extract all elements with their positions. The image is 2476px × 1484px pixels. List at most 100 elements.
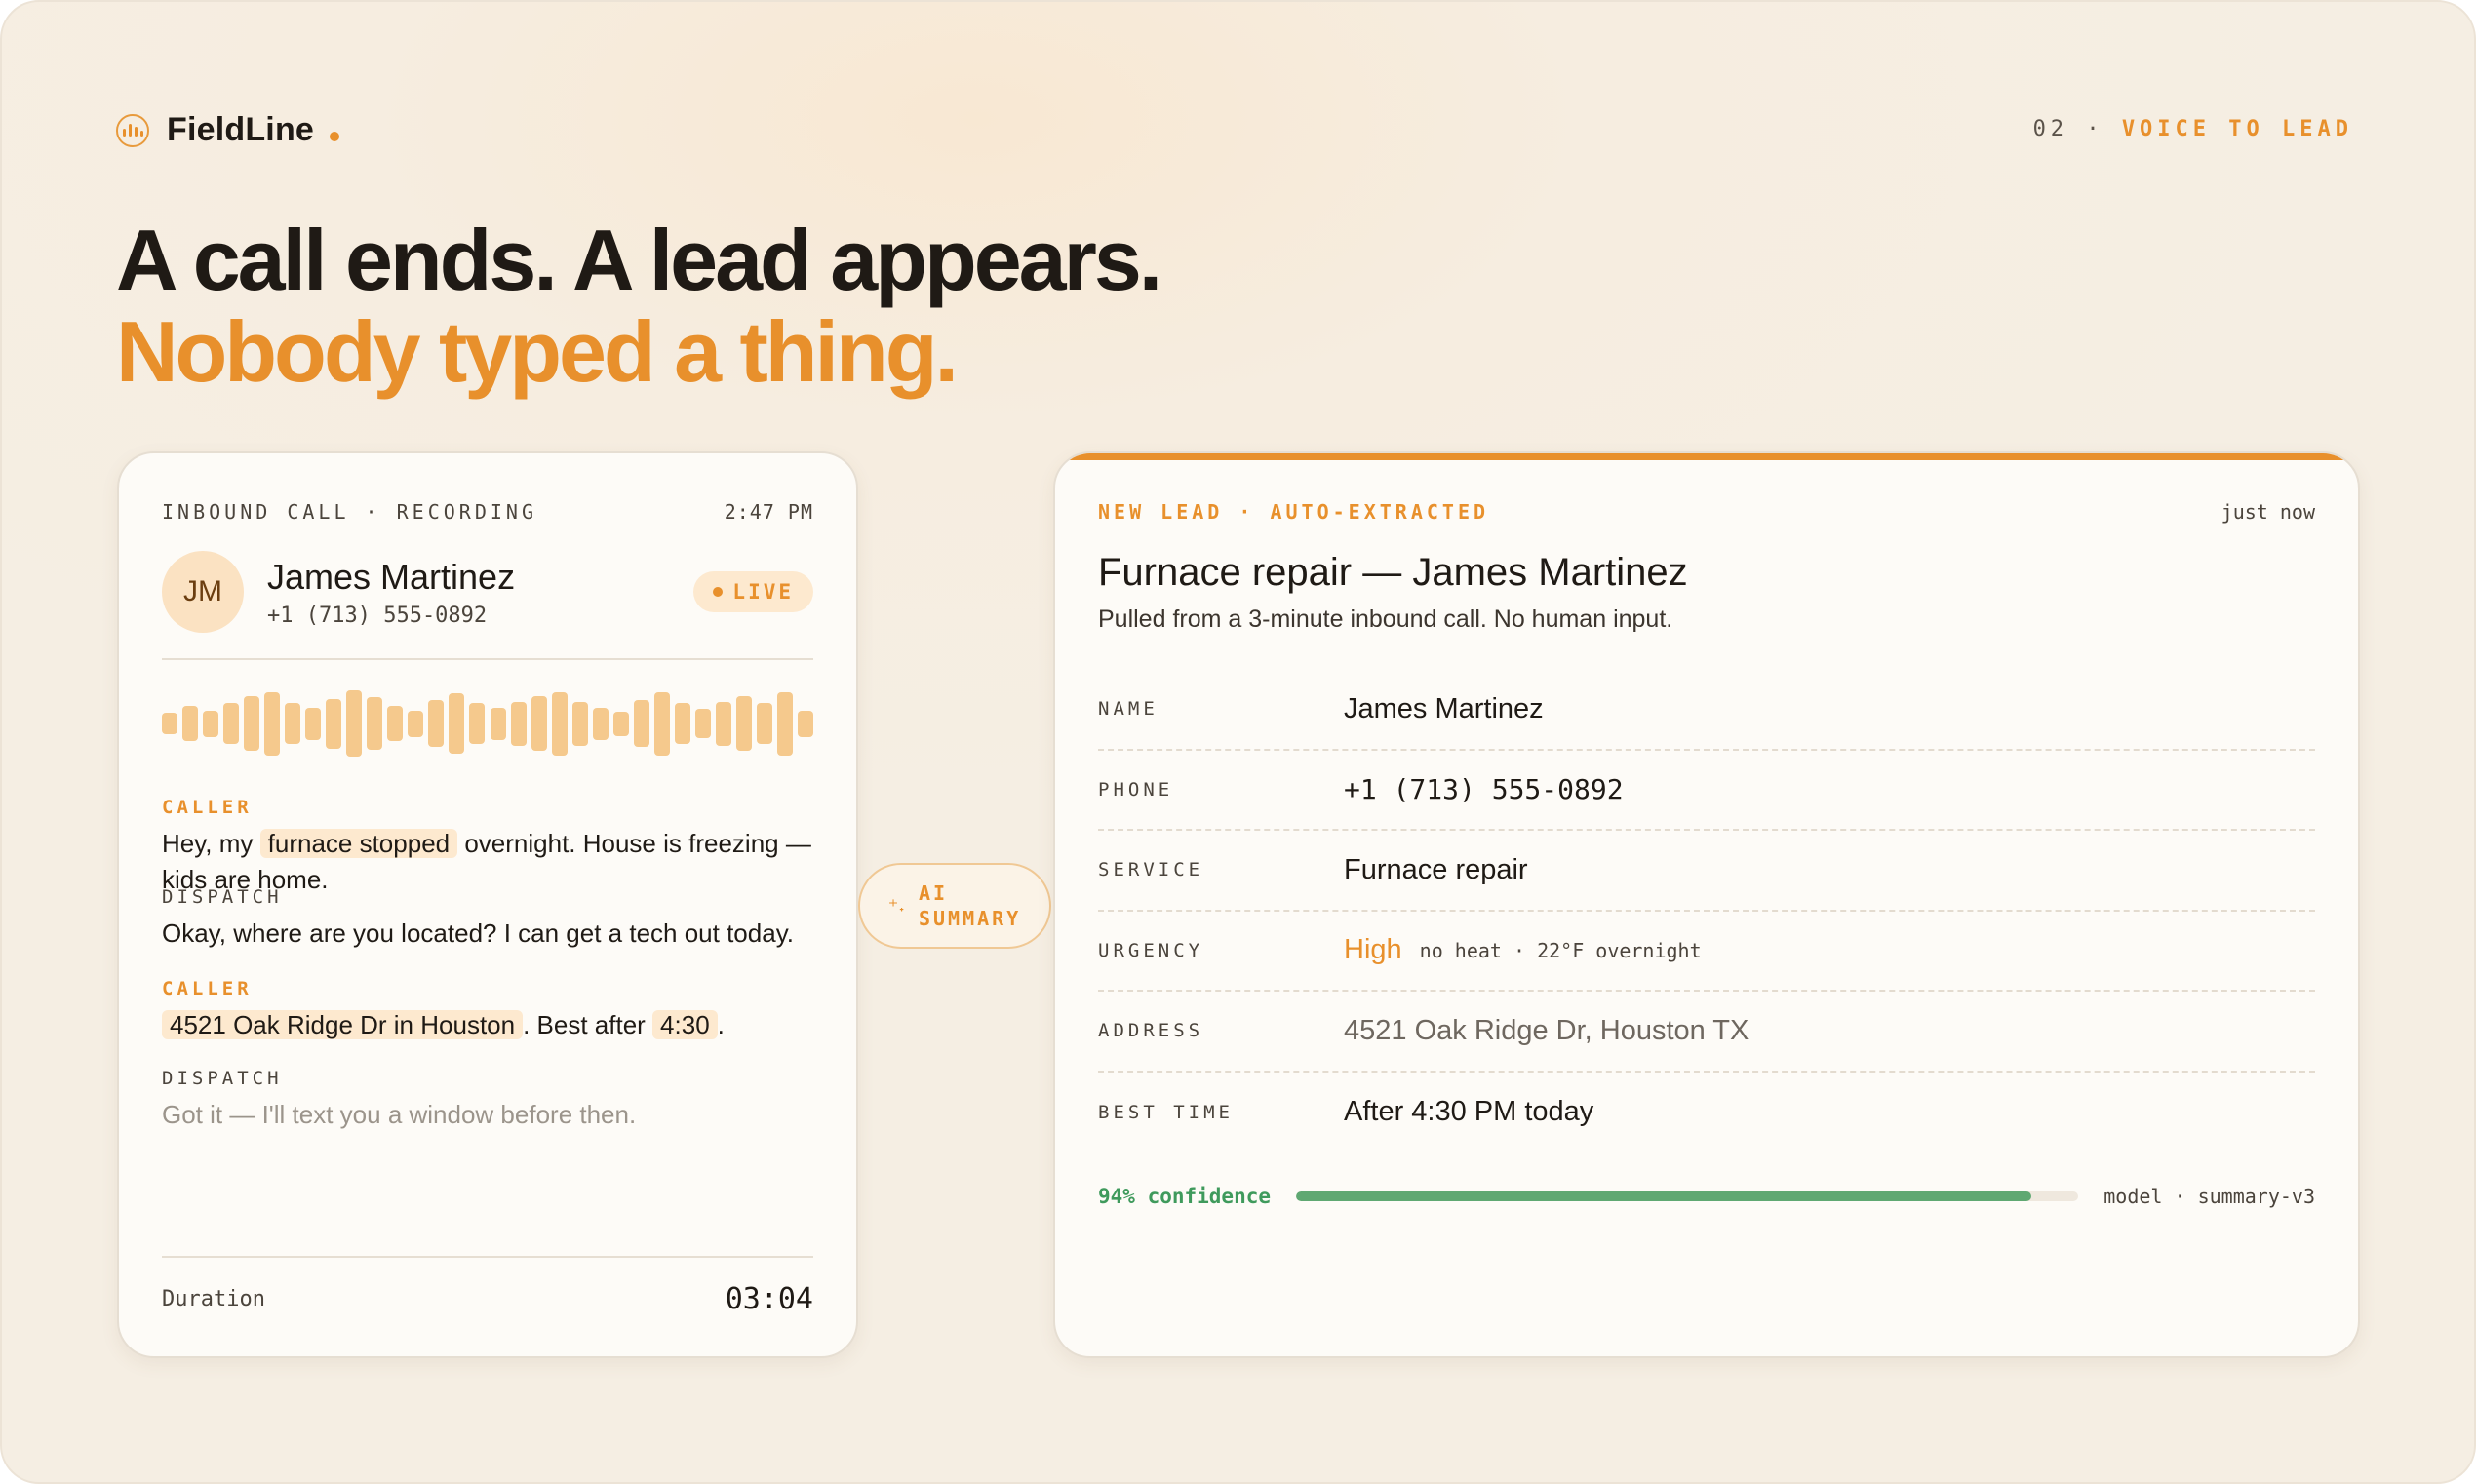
- lead-field-address: ADDRESS 4521 Oak Ridge Dr, Houston TX: [1098, 992, 2315, 1073]
- divider: [162, 1256, 813, 1258]
- transcript-text: . Best after: [523, 1010, 653, 1039]
- connector-line-2: SUMMARY: [918, 907, 1022, 930]
- confidence-text: 94% confidence: [1098, 1185, 1272, 1208]
- model-label: model · summary-v3: [2103, 1185, 2315, 1208]
- waveform-bar: [162, 713, 177, 734]
- brand-dot: [330, 131, 340, 141]
- lead-timestamp: just now: [2221, 500, 2315, 524]
- field-note: no heat · 22°F overnight: [1419, 938, 1702, 962]
- section-number: 02: [2032, 117, 2069, 141]
- brand: FieldLine: [116, 111, 340, 149]
- avatar: JM: [162, 551, 244, 633]
- field-label: PHONE: [1098, 778, 1174, 801]
- waveform-bar: [735, 696, 752, 751]
- waveform-bar: [653, 691, 670, 756]
- connector-line-1: AI: [918, 881, 949, 905]
- lead-title: Furnace repair — James Martinez: [1098, 551, 1688, 594]
- waveform-bar: [694, 709, 711, 738]
- duration-value: 03:04: [725, 1282, 813, 1316]
- transcript-text: Okay, where are you located? I can get a…: [162, 918, 794, 948]
- lead-subtitle: Pulled from a 3-minute inbound call. No …: [1098, 605, 1673, 633]
- waveform-bar: [531, 696, 547, 751]
- call-header-label: INBOUND CALL · RECORDING: [162, 500, 537, 524]
- waveform-bar: [551, 691, 568, 756]
- waveform-bar: [428, 700, 445, 747]
- field-label: SERVICE: [1098, 859, 1204, 881]
- transcript-text: Got it — I'll text you a window before t…: [162, 1100, 637, 1129]
- waveform-bar: [674, 703, 690, 744]
- transcript-line: Okay, where are you located? I can get a…: [162, 916, 813, 952]
- transcript-text: .: [717, 1010, 725, 1039]
- transcript-entry: DISPATCH Got it — I'll text you a window …: [162, 1068, 813, 1133]
- waveform-bar: [571, 701, 588, 746]
- lead-field-phone: PHONE +1 (713) 555-0892: [1098, 751, 2315, 831]
- confidence-fill: [1296, 1191, 2032, 1201]
- waveform-bar: [612, 711, 629, 736]
- waveform-bar: [264, 691, 281, 756]
- transcript-line: Got it — I'll text you a window before t…: [162, 1097, 813, 1133]
- field-label: URGENCY: [1098, 939, 1204, 961]
- speaker-label: DISPATCH: [162, 886, 283, 908]
- lead-field-best-time: BEST TIME After 4:30 PM today: [1098, 1073, 2315, 1153]
- lead-header: NEW LEAD · AUTO-EXTRACTED just now: [1098, 500, 2315, 524]
- field-value: High: [1344, 934, 1402, 966]
- call-footer: Duration 03:04: [162, 1282, 813, 1316]
- speaker-label: CALLER: [162, 797, 253, 818]
- waveform-bar: [490, 707, 506, 740]
- lead-field-name: NAME James Martinez: [1098, 670, 2315, 751]
- headline: A call ends. A lead appears. Nobody type…: [116, 212, 1162, 400]
- confidence-bar: [1296, 1191, 2079, 1201]
- duration-label: Duration: [162, 1287, 265, 1311]
- call-time: 2:47 PM: [724, 500, 813, 524]
- waveform-bar: [182, 706, 199, 741]
- lead-tag: NEW LEAD · AUTO-EXTRACTED: [1098, 500, 1490, 524]
- waveform-bar: [326, 698, 342, 749]
- waveform-bar: [346, 690, 363, 757]
- waveform-bar: [449, 693, 465, 754]
- lead-field-service: SERVICE Furnace repair: [1098, 831, 2315, 912]
- waveform-bar: [469, 703, 486, 744]
- transcript-text: Hey, my: [162, 829, 260, 858]
- field-value: 4521 Oak Ridge Dr, Houston TX: [1344, 1014, 1749, 1046]
- call-header: INBOUND CALL · RECORDING 2:47 PM: [162, 500, 813, 524]
- highlighted-phrase: furnace stopped: [259, 829, 458, 858]
- transcript-entry: CALLER Hey, my furnace stopped overnight.…: [162, 797, 813, 898]
- highlighted-phrase: 4:30: [652, 1010, 718, 1039]
- ai-summary-connector: ⁺˖ AI SUMMARY: [858, 863, 1051, 949]
- lead-fields: NAME James Martinez PHONE +1 (713) 555-0892…: [1098, 670, 2315, 1152]
- headline-line-2: Nobody typed a thing.: [116, 303, 959, 400]
- waveform-bar: [285, 703, 301, 744]
- headline-line-1: A call ends. A lead appears.: [116, 212, 1162, 308]
- live-label: LIVE: [732, 580, 794, 604]
- section-label: VOICE TO LEAD: [2121, 117, 2353, 141]
- waveform-bar: [203, 710, 219, 737]
- field-label: NAME: [1098, 698, 1159, 721]
- soundwave-icon: [116, 113, 149, 147]
- waveform-bar: [408, 710, 424, 737]
- brand-name: FieldLine: [167, 111, 315, 148]
- caller-phone: +1 (713) 555-0892: [267, 603, 488, 628]
- call-card: INBOUND CALL · RECORDING 2:47 PM JM Jame…: [117, 451, 858, 1358]
- speaker-label: DISPATCH: [162, 1068, 283, 1089]
- lead-card: NEW LEAD · AUTO-EXTRACTED just now Furna…: [1053, 451, 2360, 1358]
- waveform-bar: [223, 703, 240, 744]
- connector-label: AI SUMMARY: [919, 880, 1021, 931]
- waveform-bar: [797, 710, 813, 737]
- caller-name: James Martinez: [267, 556, 516, 597]
- confidence-row: 94% confidence model · summary-v3: [1098, 1185, 2315, 1208]
- field-label: BEST TIME: [1098, 1101, 1234, 1123]
- waveform-bar: [367, 697, 383, 750]
- waveform-bar: [387, 706, 404, 741]
- waveform-bar: [776, 691, 793, 756]
- highlighted-phrase: 4521 Oak Ridge Dr in Houston: [162, 1010, 524, 1039]
- live-dot-icon: [713, 587, 724, 597]
- field-value: James Martinez: [1344, 692, 1544, 724]
- speaker-label: CALLER: [162, 978, 253, 999]
- waveform-bar: [510, 701, 527, 746]
- waveform-bar: [305, 707, 322, 740]
- field-value: Furnace repair: [1344, 853, 1528, 885]
- field-value: +1 (713) 555-0892: [1344, 773, 1624, 806]
- section-separator: ·: [2086, 117, 2104, 141]
- waveform-bar: [715, 701, 731, 746]
- divider: [162, 658, 813, 660]
